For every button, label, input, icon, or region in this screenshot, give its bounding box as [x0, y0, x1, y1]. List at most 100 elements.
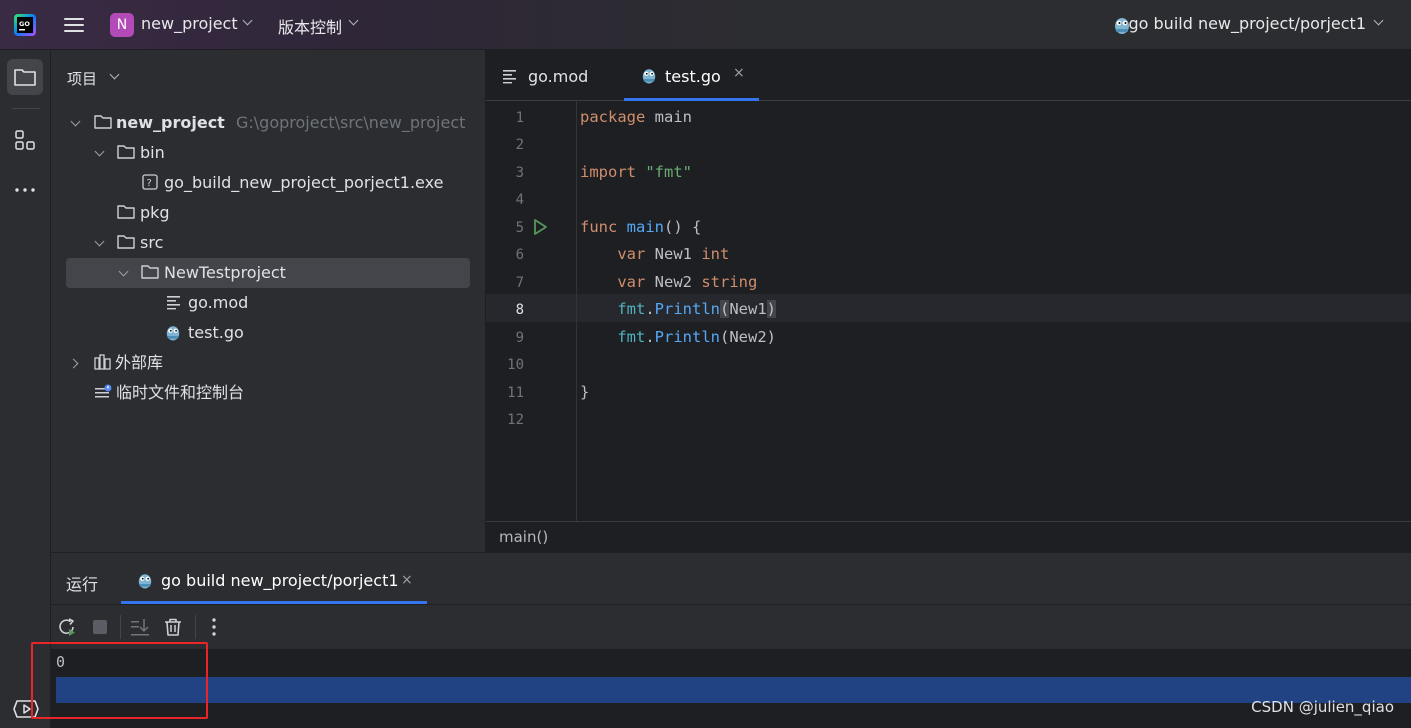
close-icon[interactable]: × [401, 572, 413, 588]
project-badge[interactable]: N [110, 13, 134, 37]
folder-icon [94, 115, 112, 129]
structure-tool-button[interactable] [7, 122, 43, 158]
code-line-1[interactable]: package main [580, 108, 692, 126]
chevron-down-icon[interactable] [94, 146, 105, 157]
code-line-5[interactable]: func main() { [580, 218, 701, 236]
breadcrumb[interactable]: main() [499, 528, 548, 546]
matched-paren: ( [720, 300, 730, 318]
annotation-highlight-box [31, 642, 208, 719]
goland-logo[interactable]: GO [14, 14, 36, 36]
project-tool-button[interactable] [7, 59, 43, 95]
library-icon [94, 354, 111, 370]
clear-icon[interactable] [162, 616, 184, 638]
tree-item-scratches[interactable]: 临时文件和控制台 [66, 378, 471, 408]
structure-icon [15, 130, 35, 150]
close-icon[interactable]: × [733, 46, 745, 100]
chevron-right-icon[interactable] [68, 358, 79, 369]
keyword: var [617, 245, 646, 263]
tree-item-new-project[interactable]: new_project G:\goproject\src\new_project [66, 108, 471, 138]
punctuation: () { [664, 218, 702, 236]
rerun-icon[interactable] [56, 616, 78, 638]
tab-gomod[interactable]: go.mod [502, 50, 612, 101]
svg-text:GO: GO [19, 20, 30, 28]
folder-icon [14, 69, 36, 86]
keyword: var [617, 273, 646, 291]
svg-text:?: ? [147, 178, 152, 189]
run-tab-label: go build new_project/porject1 [161, 571, 399, 590]
keyword: import [580, 163, 636, 181]
console-output[interactable]: 0 [51, 649, 1411, 728]
function-call: Println [654, 328, 720, 346]
line-number: 10 [507, 357, 524, 373]
chevron-down-icon[interactable] [94, 236, 105, 247]
code-line-6[interactable]: var New1 int [580, 245, 729, 263]
project-name-dropdown[interactable]: new_project [141, 14, 238, 33]
gopher-icon [138, 574, 152, 589]
tree-item-exe[interactable]: ? go_build_new_project_porject1.exe [66, 168, 471, 198]
tree-item-label: pkg [140, 203, 170, 222]
chevron-down-icon[interactable] [118, 266, 129, 277]
tree-item-label: test.go [188, 323, 244, 342]
go-file-icon [642, 69, 656, 84]
tree-item-src[interactable]: src [66, 228, 471, 258]
keyword: package [580, 108, 646, 126]
run-configuration-selector[interactable]: go build new_project/porject1 [1128, 14, 1366, 33]
punctuation: } [580, 383, 590, 401]
watermark: CSDN @julien_qiao [1251, 698, 1394, 716]
console-selection [56, 677, 1411, 703]
function-call: Println [654, 300, 720, 318]
run-gutter-icon[interactable] [532, 218, 548, 236]
tree-item-bin[interactable]: bin [66, 138, 471, 168]
chevron-down-icon[interactable] [109, 69, 120, 80]
code-line-9[interactable]: fmt.Println(New2) [580, 328, 776, 346]
code-line-8[interactable]: fmt.Println(New1) [580, 300, 777, 318]
code-line-7[interactable]: var New2 string [580, 273, 757, 291]
separator [120, 615, 121, 639]
tree-item-testgo[interactable]: test.go [66, 318, 471, 348]
go-file-icon [166, 326, 180, 341]
folder-icon [117, 145, 135, 159]
panel-title[interactable]: 项目 [67, 68, 97, 89]
line-number: 6 [515, 247, 524, 263]
tree-item-label: 外部库 [115, 353, 164, 372]
separator [12, 108, 40, 109]
folder-icon [117, 235, 135, 249]
more-vertical-icon[interactable] [203, 616, 225, 638]
scratch-icon [95, 384, 112, 398]
package-ref: fmt [617, 328, 646, 346]
tab-run-config[interactable]: go build new_project/porject1 × [121, 553, 427, 604]
vcs-menu[interactable]: 版本控制 [278, 14, 342, 38]
main-menu-button[interactable] [62, 13, 86, 37]
tab-testgo[interactable]: test.go × [624, 50, 759, 101]
folder-icon [141, 265, 159, 279]
editor: go.mod test.go × 1 2 3 4 5 6 7 8 9 10 11… [486, 50, 1411, 552]
keyword: func [580, 218, 618, 236]
tab-label: test.go [665, 67, 721, 86]
more-tools-button[interactable] [7, 172, 43, 208]
stop-icon[interactable] [89, 616, 111, 638]
unknown-file-icon: ? [142, 174, 158, 190]
package-ref: fmt [617, 300, 646, 318]
matched-paren: ) [766, 300, 777, 318]
code-line-11[interactable]: } [580, 383, 589, 401]
tree-item-gomod[interactable]: go.mod [66, 288, 471, 318]
identifier: main [654, 108, 692, 126]
tree-item-label: bin [140, 143, 165, 162]
tree-item-external-libraries[interactable]: 外部库 [66, 348, 471, 378]
tree-item-pkg[interactable]: pkg [66, 198, 471, 228]
tree-item-label: go.mod [188, 293, 249, 312]
tree-item-newtestproject[interactable]: NewTestproject [66, 258, 470, 288]
line-number: 1 [515, 110, 524, 126]
run-toolbar [51, 605, 1411, 649]
code-line-3[interactable]: import "fmt" [580, 163, 692, 181]
identifier: New2 [654, 273, 692, 291]
tab-label: go.mod [528, 67, 589, 86]
line-number: 8 [515, 302, 524, 318]
chevron-down-icon[interactable] [70, 116, 81, 127]
line-number: 4 [515, 192, 524, 208]
run-panel: 运行 go build new_project/porject1 × 0 [51, 552, 1411, 728]
line-number: 11 [507, 385, 524, 401]
separator [195, 615, 196, 639]
scroll-to-end-icon[interactable] [129, 616, 151, 638]
gomod-file-icon [167, 296, 180, 310]
